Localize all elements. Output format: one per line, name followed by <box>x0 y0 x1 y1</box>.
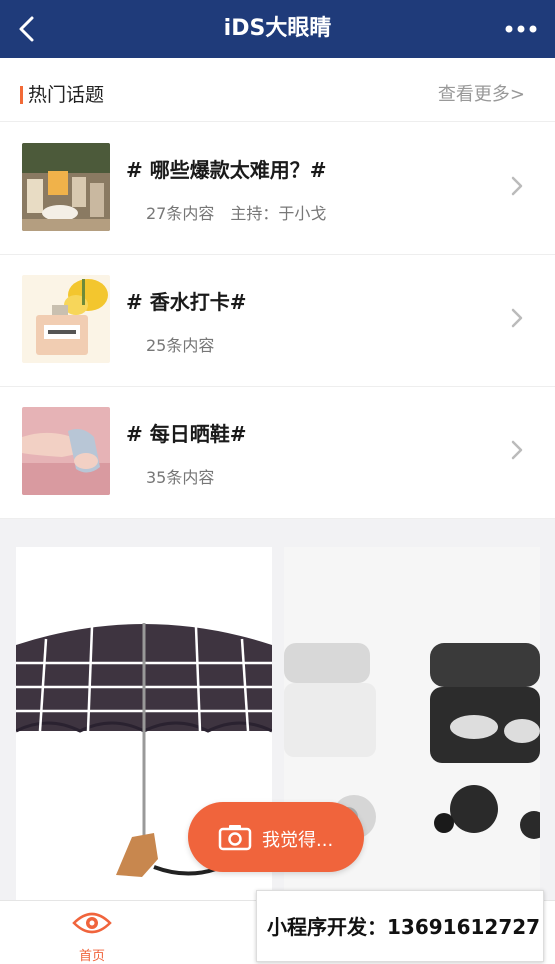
chevron-right-icon <box>509 306 525 330</box>
hot-topics-header: 热门话题 查看更多> <box>0 58 555 122</box>
topic-title: # 哪些爆款太难用？# <box>126 158 327 182</box>
chevron-right-icon <box>509 438 525 462</box>
topic-meta: 25条内容 <box>146 332 214 356</box>
topic-item[interactable]: # 哪些爆款太难用？# 27条内容 主持：于小戈 <box>0 122 555 255</box>
fab-label: 我觉得... <box>262 830 334 851</box>
topic-meta: 35条内容 <box>146 464 214 488</box>
topic-count: 35条内容 <box>146 468 215 487</box>
page-title: iDS大眼睛 <box>223 16 332 41</box>
topic-count: 27条内容 <box>146 204 215 223</box>
camera-icon <box>218 823 252 851</box>
more-dots-icon[interactable] <box>503 16 539 42</box>
topic-meta: 27条内容 主持：于小戈 <box>146 200 326 224</box>
topic-count: 25条内容 <box>146 336 215 355</box>
topic-thumbnail-cosmetics <box>22 143 110 231</box>
chevron-right-icon <box>509 174 525 198</box>
tab-home-label: 首页 <box>78 949 105 964</box>
topic-title: # 香水打卡# <box>126 290 247 314</box>
topic-item[interactable]: # 香水打卡# 25条内容 <box>0 254 555 387</box>
section-title: 热门话题 <box>28 84 105 106</box>
comment-fab-button[interactable]: 我觉得... <box>188 802 364 872</box>
topic-host: 主持：于小戈 <box>230 204 327 223</box>
tab-home[interactable]: 首页 <box>60 905 124 964</box>
topic-title: # 每日晒鞋# <box>126 422 247 446</box>
promo-text: 小程序开发：13691612727 <box>267 915 541 939</box>
eye-icon <box>72 909 112 937</box>
topic-item[interactable]: # 每日晒鞋# 35条内容 <box>0 386 555 519</box>
topic-thumbnail-shoes <box>22 407 110 495</box>
section-accent-bar <box>20 86 23 104</box>
view-more-link[interactable]: 查看更多> <box>438 80 525 106</box>
promo-banner: 小程序开发：13691612727 <box>256 890 544 962</box>
top-nav-bar: iDS大眼睛 <box>0 0 555 58</box>
topic-thumbnail-perfume <box>22 275 110 363</box>
